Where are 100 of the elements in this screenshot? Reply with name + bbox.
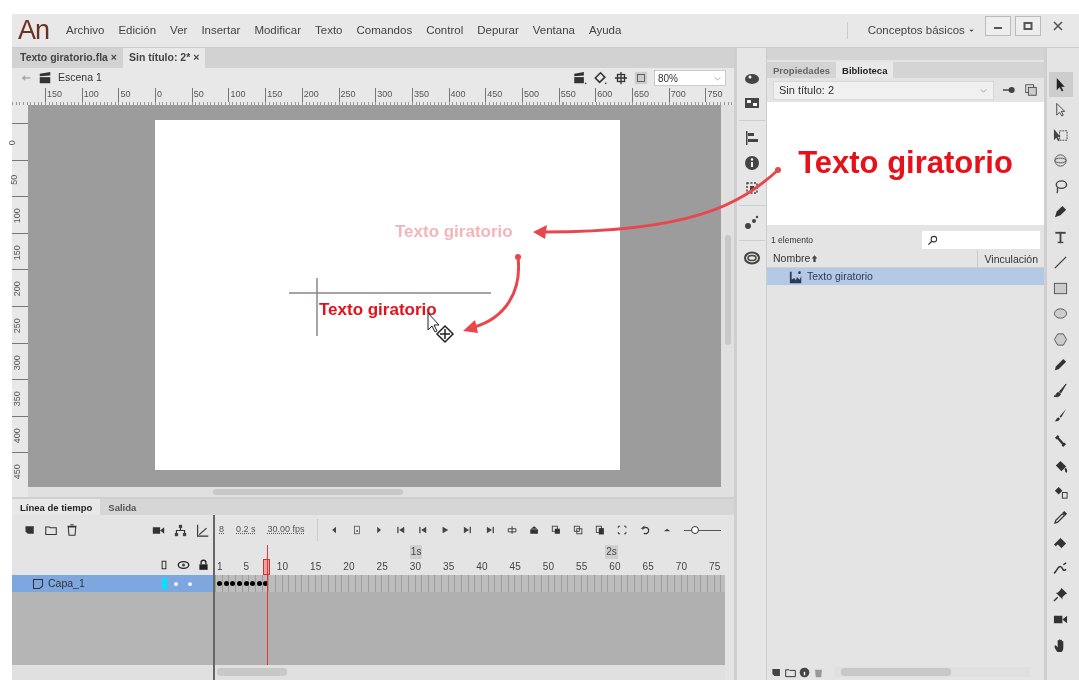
elapsed-time[interactable]: 0.2 s xyxy=(236,523,256,537)
search-field[interactable] xyxy=(922,231,1040,249)
ruler-label: 200 xyxy=(10,281,23,297)
paint-brush-icon xyxy=(1053,382,1068,398)
column-header[interactable]: Nombre xyxy=(767,250,811,267)
layer-row[interactable]: Capa_1 xyxy=(12,575,213,592)
edit-multiple-icon[interactable] xyxy=(595,524,606,536)
pen-icon xyxy=(1053,204,1068,220)
movie-clip-icon xyxy=(789,269,803,284)
document-tab[interactable]: Sin título: 2* × xyxy=(122,48,206,68)
eye-icon[interactable] xyxy=(177,559,190,571)
frame-track[interactable] xyxy=(215,575,725,592)
center-frame-icon[interactable] xyxy=(506,524,517,536)
frame-number: 10 xyxy=(276,561,288,572)
keyframe-icon[interactable] xyxy=(351,524,362,536)
menu-item[interactable]: Comandos xyxy=(349,21,420,40)
clapper-icon xyxy=(38,71,52,85)
properties-icon[interactable] xyxy=(799,666,810,678)
frame-number: 60 xyxy=(609,561,621,572)
step-back-icon[interactable] xyxy=(418,524,429,536)
frame-rate[interactable]: 30.00 fps xyxy=(267,523,305,537)
maximize-button[interactable] xyxy=(1015,16,1041,36)
library-item[interactable]: Texto giratorio xyxy=(767,268,1044,285)
close-icon xyxy=(1053,21,1063,31)
outline-icon[interactable] xyxy=(159,559,169,571)
current-frame[interactable]: 8 xyxy=(219,523,224,537)
bone-icon xyxy=(1053,433,1068,449)
ruler-label: 150 xyxy=(10,245,23,261)
ruler-label: 50 xyxy=(191,88,229,102)
center-stage-icon[interactable] xyxy=(614,71,628,85)
new-library-icon[interactable] xyxy=(1024,83,1038,97)
panel-tab[interactable]: Biblioteca xyxy=(836,62,894,78)
seconds-marker: 2s xyxy=(605,545,618,559)
transform-icon xyxy=(1053,127,1068,143)
creative-cloud-icon[interactable] xyxy=(743,250,760,266)
scrollbar-thumb[interactable] xyxy=(217,668,287,676)
graph-icon[interactable] xyxy=(196,523,209,537)
ruler-label: 600 xyxy=(595,88,632,102)
zoom-slider-thumb[interactable] xyxy=(691,526,700,534)
pin-icon xyxy=(1053,586,1068,602)
folder-icon[interactable] xyxy=(45,524,57,536)
app-logo: An xyxy=(17,14,51,48)
loop-icon[interactable] xyxy=(528,524,539,536)
menu-item[interactable]: Edición xyxy=(111,21,164,40)
menu-item[interactable]: Ventana xyxy=(525,21,582,40)
onion-outline-icon[interactable] xyxy=(573,524,584,536)
zoom-dropdown[interactable]: 80% xyxy=(654,70,726,86)
onion-skin-icon[interactable] xyxy=(550,524,562,536)
minimize-button[interactable] xyxy=(985,16,1011,36)
ruler-label: 50 xyxy=(8,174,21,185)
motion-dots-icon[interactable] xyxy=(743,215,760,231)
ruler-label: 200 xyxy=(301,88,339,102)
layer-parenting-icon[interactable] xyxy=(174,523,187,537)
undo-icon[interactable] xyxy=(639,524,650,536)
close-tab-button[interactable]: × xyxy=(110,51,117,64)
column-header[interactable]: Vinculación xyxy=(977,249,1044,268)
scrollbar-thumb[interactable] xyxy=(212,489,403,495)
new-symbol-icon[interactable] xyxy=(771,666,782,678)
selection-tool-button[interactable] xyxy=(1048,72,1073,97)
scrollbar-thumb[interactable] xyxy=(841,668,951,676)
lock-icon[interactable] xyxy=(198,559,209,571)
new-layer-icon[interactable] xyxy=(24,524,36,536)
onion-range-icon[interactable] xyxy=(617,524,628,536)
text-tool-icon xyxy=(1053,229,1068,245)
menu-item[interactable]: Insertar xyxy=(194,21,248,40)
frame-number: 25 xyxy=(376,561,388,572)
frame-number: 20 xyxy=(343,561,355,572)
ruler-label: 550 xyxy=(558,88,596,102)
ruler-label: 100 xyxy=(10,208,23,224)
step-forward-icon[interactable] xyxy=(462,524,473,536)
menu-item[interactable]: Control xyxy=(419,21,471,40)
frame-number: 45 xyxy=(509,561,521,572)
panel-tab[interactable]: Línea de tiempo xyxy=(12,499,101,515)
menu-item[interactable]: Texto xyxy=(308,21,350,40)
paint-bucket-icon xyxy=(1053,459,1068,475)
clip-icon[interactable] xyxy=(634,71,648,85)
folder-icon[interactable] xyxy=(785,666,796,678)
transform-icon[interactable] xyxy=(743,180,760,196)
info-icon[interactable] xyxy=(743,155,760,171)
edit-scene-icon[interactable] xyxy=(572,71,587,85)
scrollbar-thumb[interactable] xyxy=(724,235,731,345)
library-dropdown[interactable]: Sin título: 2 xyxy=(773,80,994,100)
first-frame-icon[interactable] xyxy=(395,524,407,536)
menu-item[interactable]: Archivo xyxy=(59,21,112,40)
frame-number: 75 xyxy=(709,561,721,572)
menu-item[interactable]: Depurar xyxy=(470,21,526,40)
menu-item[interactable]: Ayuda xyxy=(582,21,629,40)
trash-icon[interactable] xyxy=(66,524,78,536)
edit-symbol-icon[interactable] xyxy=(593,71,608,85)
swatches-icon[interactable] xyxy=(743,95,760,111)
ruler-label: 450 xyxy=(10,464,23,480)
align-icon[interactable] xyxy=(743,130,760,146)
ink-bottle-icon xyxy=(1053,484,1068,500)
last-frame-icon[interactable] xyxy=(484,524,495,536)
menu-item[interactable]: Ver xyxy=(163,21,195,40)
close-tab-button[interactable]: × xyxy=(193,51,200,64)
menu-item[interactable]: Modificar xyxy=(247,21,309,40)
ruler-label: 450 xyxy=(485,88,522,102)
stage-text[interactable]: Texto giratorio xyxy=(318,297,437,323)
eyedropper-icon xyxy=(1053,510,1068,526)
